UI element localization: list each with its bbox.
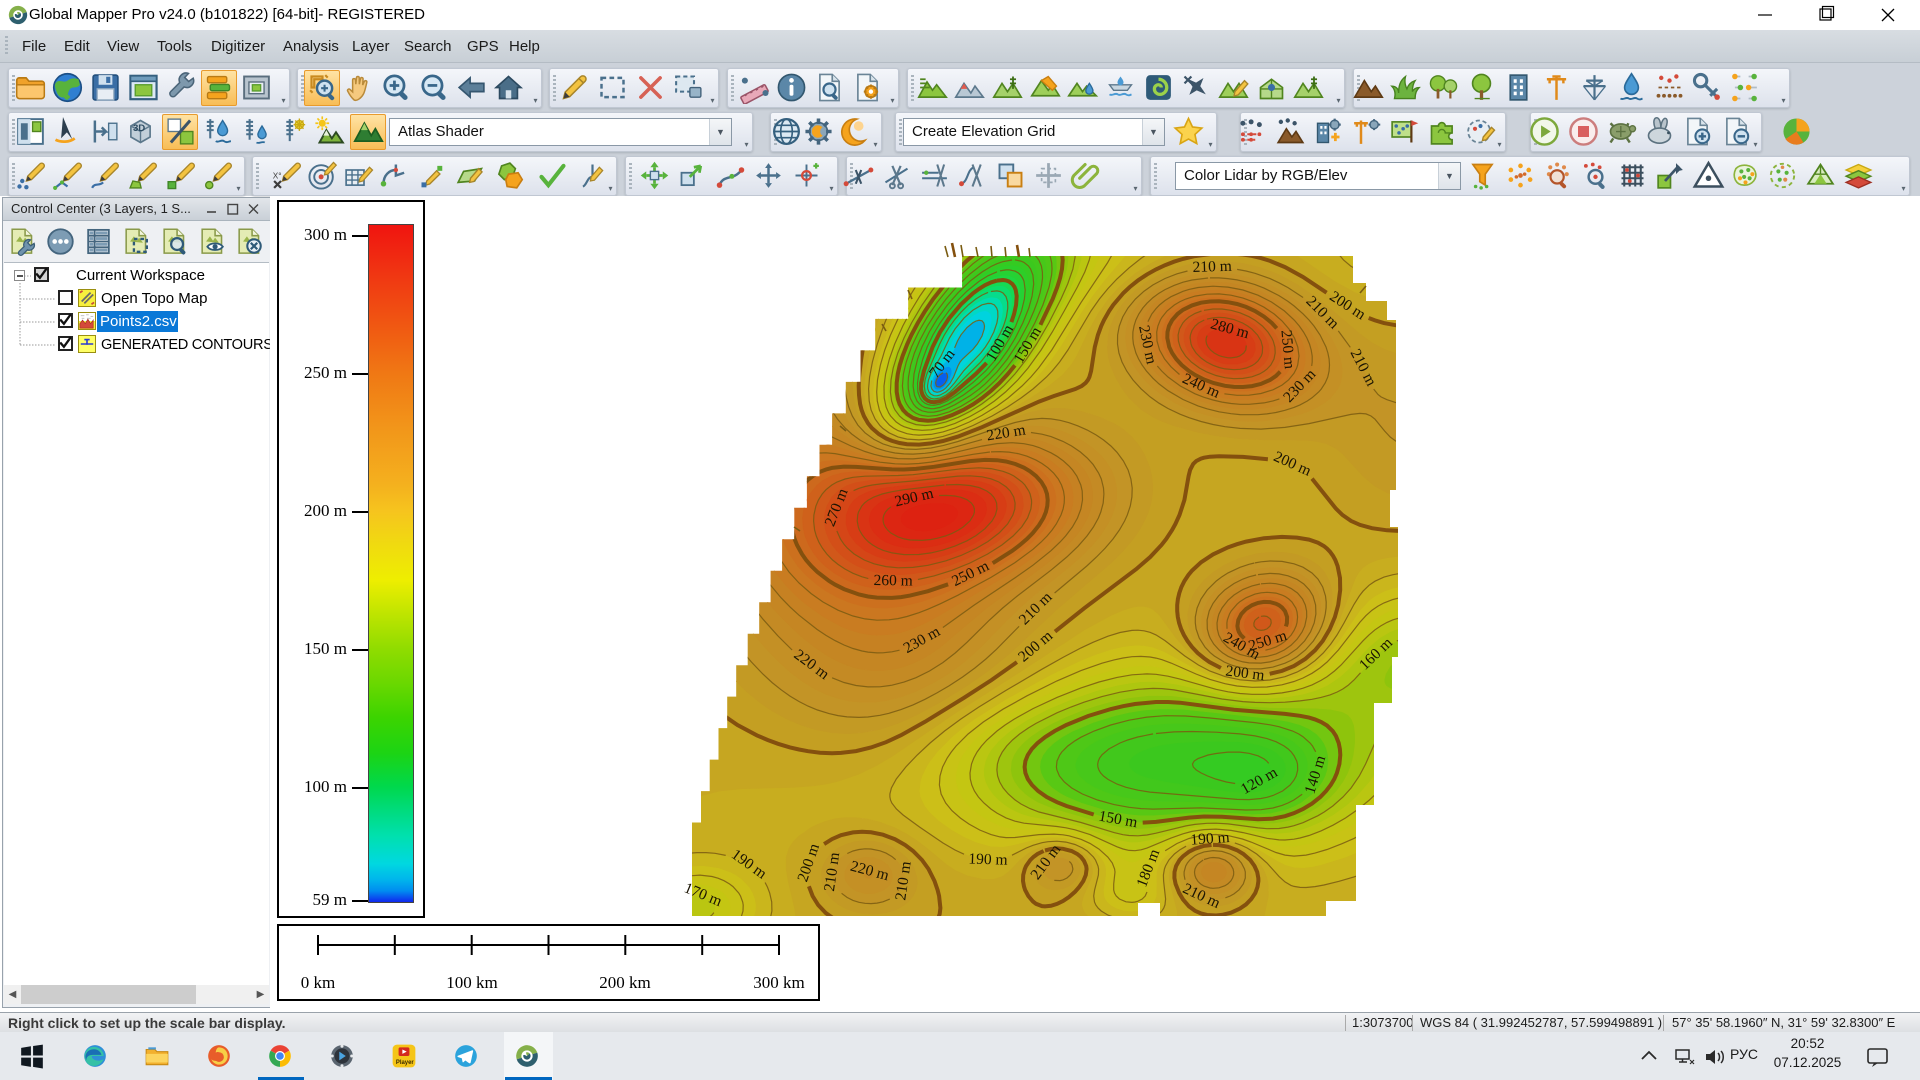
- svg-text:190 m: 190 m: [968, 851, 1008, 869]
- svg-text:210 m: 210 m: [1192, 258, 1232, 276]
- svg-text:250 m: 250 m: [1277, 329, 1297, 370]
- svg-text:Player: Player: [396, 1060, 415, 1066]
- svg-text:190 m: 190 m: [1190, 829, 1230, 849]
- svg-text:260 m: 260 m: [873, 572, 912, 590]
